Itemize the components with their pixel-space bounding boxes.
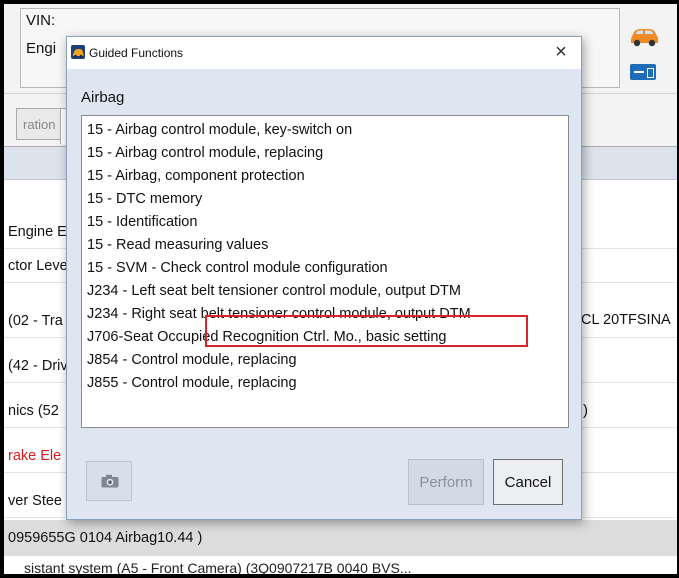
usb-icon[interactable] bbox=[630, 64, 656, 80]
row-label: ctor Leve bbox=[8, 258, 68, 274]
list-item[interactable]: 15 - Airbag, component protection bbox=[85, 165, 305, 187]
row-label: nics (52 bbox=[8, 403, 59, 419]
row-label: 0959655G 0104 Airbag10.44 ) bbox=[8, 530, 203, 546]
guided-functions-dialog: Guided Functions × Airbag 15 - Airbag co… bbox=[66, 36, 582, 520]
list-item[interactable]: 15 - SVM - Check control module configur… bbox=[85, 257, 388, 279]
list-item[interactable]: 15 - Identification bbox=[85, 211, 197, 233]
list-item[interactable]: 15 - DTC memory bbox=[85, 188, 202, 210]
camera-icon bbox=[101, 474, 119, 488]
row-detail-text: ) bbox=[583, 402, 588, 419]
list-item[interactable]: 15 - Airbag control module, key-switch o… bbox=[85, 119, 352, 141]
row-label-error: rake Ele bbox=[8, 448, 62, 464]
row-label: (02 - Tra bbox=[8, 313, 63, 329]
function-list[interactable]: 15 - Airbag control module, key-switch o… bbox=[81, 115, 569, 428]
dialog-title: Guided Functions bbox=[89, 46, 184, 60]
row-label: ver Stee bbox=[8, 493, 62, 509]
dialog-title-bar[interactable]: Guided Functions × bbox=[67, 37, 581, 69]
list-item[interactable]: 15 - Read measuring values bbox=[85, 234, 268, 256]
guided-functions-icon bbox=[71, 45, 85, 59]
vin-label: VIN: bbox=[26, 12, 56, 29]
selected-table-row[interactable]: 0959655G 0104 Airbag10.44 ) bbox=[4, 520, 677, 556]
highlight-annotation bbox=[205, 315, 528, 347]
row-label: sistant system (A5 - Front Camera) (3Q09… bbox=[24, 560, 412, 574]
perform-button[interactable]: Perform bbox=[408, 459, 484, 505]
row-label: (42 - Driv bbox=[8, 358, 68, 374]
row-label: Engine E bbox=[8, 224, 67, 240]
cancel-button[interactable]: Cancel bbox=[493, 459, 563, 505]
car-icon[interactable] bbox=[628, 24, 660, 48]
list-item[interactable]: 15 - Airbag control module, replacing bbox=[85, 142, 323, 164]
screenshot-button[interactable] bbox=[86, 461, 132, 501]
list-item[interactable]: J234 - Left seat belt tensioner control … bbox=[85, 280, 461, 302]
engine-label: Engi bbox=[26, 40, 57, 57]
list-item[interactable]: J854 - Control module, replacing bbox=[85, 349, 297, 371]
section-label: Airbag bbox=[81, 89, 125, 106]
row-detail-text: CL 20TFSINA bbox=[581, 312, 671, 328]
tab-configuration[interactable]: ration bbox=[16, 108, 60, 140]
list-item[interactable]: J855 - Control module, replacing bbox=[85, 372, 297, 394]
close-icon[interactable]: × bbox=[547, 41, 575, 65]
